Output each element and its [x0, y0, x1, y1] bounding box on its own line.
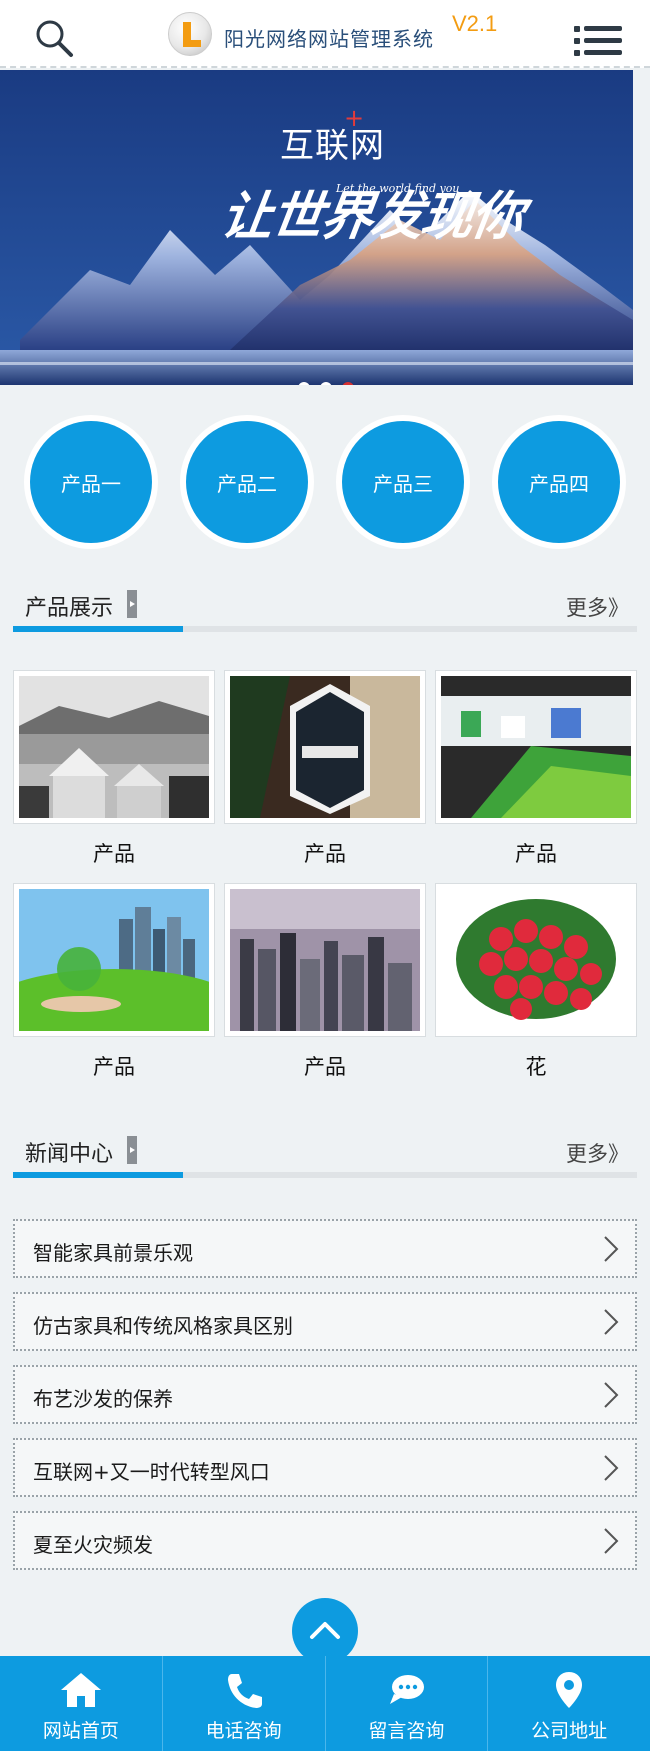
chevron-right-icon: [604, 1309, 619, 1335]
news-item[interactable]: 仿古家具和传统风格家具区别: [13, 1292, 637, 1351]
product-name: 产品: [515, 842, 557, 866]
product-name: 产品: [304, 1055, 346, 1079]
bottom-nav: 网站首页 电话咨询 留言咨询 公司地址: [0, 1656, 650, 1751]
section-divider-accent: [13, 1172, 183, 1178]
news-item[interactable]: 布艺沙发的保养: [13, 1365, 637, 1424]
category-label: 产品一: [30, 421, 152, 543]
category-3-button[interactable]: 产品三: [336, 415, 470, 549]
category-label: 产品四: [498, 421, 620, 543]
product-image-frame: [0, 883, 244, 1049]
banner-heading-mark: +: [344, 104, 365, 132]
logo-icon: [168, 12, 212, 56]
product-card[interactable]: 花: [435, 883, 637, 1081]
product-name: 花: [525, 1055, 547, 1079]
product-image: [441, 676, 631, 818]
nav-address[interactable]: 公司地址: [488, 1656, 650, 1751]
products-more-link[interactable]: 更多》: [566, 592, 629, 622]
news-title: 夏至火灾频发: [33, 1533, 153, 1557]
product-image-frame: [13, 670, 215, 824]
category-1-button[interactable]: 产品一: [24, 415, 158, 549]
product-image: [230, 676, 420, 818]
section-title: 新闻中心: [25, 1142, 114, 1167]
banner-tagline: Let the world find you: [336, 182, 460, 195]
banner-dot[interactable]: [298, 382, 310, 385]
chevron-up-icon: [310, 1622, 340, 1639]
site-logo[interactable]: 阳光网络网站管理系统: [168, 10, 434, 58]
category-label: 产品二: [186, 421, 308, 543]
news-section-header: 新闻中心 更多》: [13, 1124, 637, 1180]
location-icon: [556, 1672, 583, 1708]
product-card[interactable]: 产品: [435, 670, 637, 868]
products-section-header: 产品展示 更多》: [13, 578, 637, 634]
nav-label: 公司地址: [531, 1720, 608, 1742]
banner-dot-active[interactable]: [342, 382, 354, 385]
product-image: [0, 889, 244, 1049]
site-title: 阳光网络网站管理系统: [224, 26, 434, 51]
nav-label: 网站首页: [42, 1720, 119, 1742]
news-item[interactable]: 智能家具前景乐观: [13, 1219, 637, 1278]
category-2-button[interactable]: 产品二: [180, 415, 314, 549]
product-image: [19, 676, 209, 818]
news-more-link[interactable]: 更多》: [566, 1138, 629, 1168]
news-title: 互联网+又一时代转型风口: [33, 1460, 270, 1484]
product-card[interactable]: 产品: [0, 883, 244, 1081]
back-to-top-button[interactable]: [292, 1598, 358, 1664]
product-image-frame: [435, 883, 637, 1037]
menu-icon[interactable]: [574, 24, 622, 56]
chat-icon: [390, 1675, 425, 1704]
news-title: 智能家具前景乐观: [33, 1241, 193, 1265]
product-image-frame: [224, 883, 426, 1037]
section-tab-icon: [127, 590, 137, 618]
category-circles: 产品一 产品二 产品三 产品四: [0, 415, 650, 549]
hero-banner[interactable]: 互联网 + 让世界发现你 Let the world find you: [0, 70, 633, 385]
nav-phone[interactable]: 电话咨询: [163, 1656, 326, 1751]
chevron-right-icon: [604, 1382, 619, 1408]
section-divider-accent: [13, 626, 183, 632]
news-item[interactable]: 互联网+又一时代转型风口: [13, 1438, 637, 1497]
product-image: [441, 889, 631, 1031]
header: 阳光网络网站管理系统 V2.1: [0, 0, 650, 68]
product-card[interactable]: 产品: [224, 670, 426, 868]
nav-label: 留言咨询: [368, 1720, 445, 1742]
news-title: 布艺沙发的保养: [33, 1387, 173, 1411]
banner-pagination: [298, 382, 354, 385]
phone-icon: [227, 1674, 262, 1708]
category-4-button[interactable]: 产品四: [492, 415, 626, 549]
nav-message[interactable]: 留言咨询: [326, 1656, 489, 1751]
news-item[interactable]: 夏至火灾频发: [13, 1511, 637, 1570]
product-image: [230, 889, 420, 1031]
version-label: V2.1: [452, 11, 498, 36]
banner-heading: 互联网: [280, 126, 385, 166]
chevron-right-icon: [604, 1528, 619, 1554]
search-icon[interactable]: [34, 18, 74, 58]
news-title: 仿古家具和传统风格家具区别: [33, 1314, 293, 1338]
home-icon: [60, 1673, 101, 1707]
product-name: 产品: [93, 842, 135, 866]
chevron-right-icon: [604, 1455, 619, 1481]
banner-dot[interactable]: [320, 382, 332, 385]
product-card[interactable]: 产品: [13, 670, 215, 868]
section-tab-icon: [127, 1136, 137, 1164]
product-image-frame: [435, 670, 637, 824]
nav-home[interactable]: 网站首页: [0, 1656, 163, 1751]
product-card[interactable]: 产品: [224, 883, 426, 1081]
section-title: 产品展示: [25, 596, 114, 621]
product-image-frame: [224, 670, 426, 824]
category-label: 产品三: [342, 421, 464, 543]
product-name: 产品: [304, 842, 346, 866]
product-name: 产品: [93, 1055, 135, 1079]
chevron-right-icon: [604, 1236, 619, 1262]
nav-label: 电话咨询: [205, 1720, 282, 1742]
